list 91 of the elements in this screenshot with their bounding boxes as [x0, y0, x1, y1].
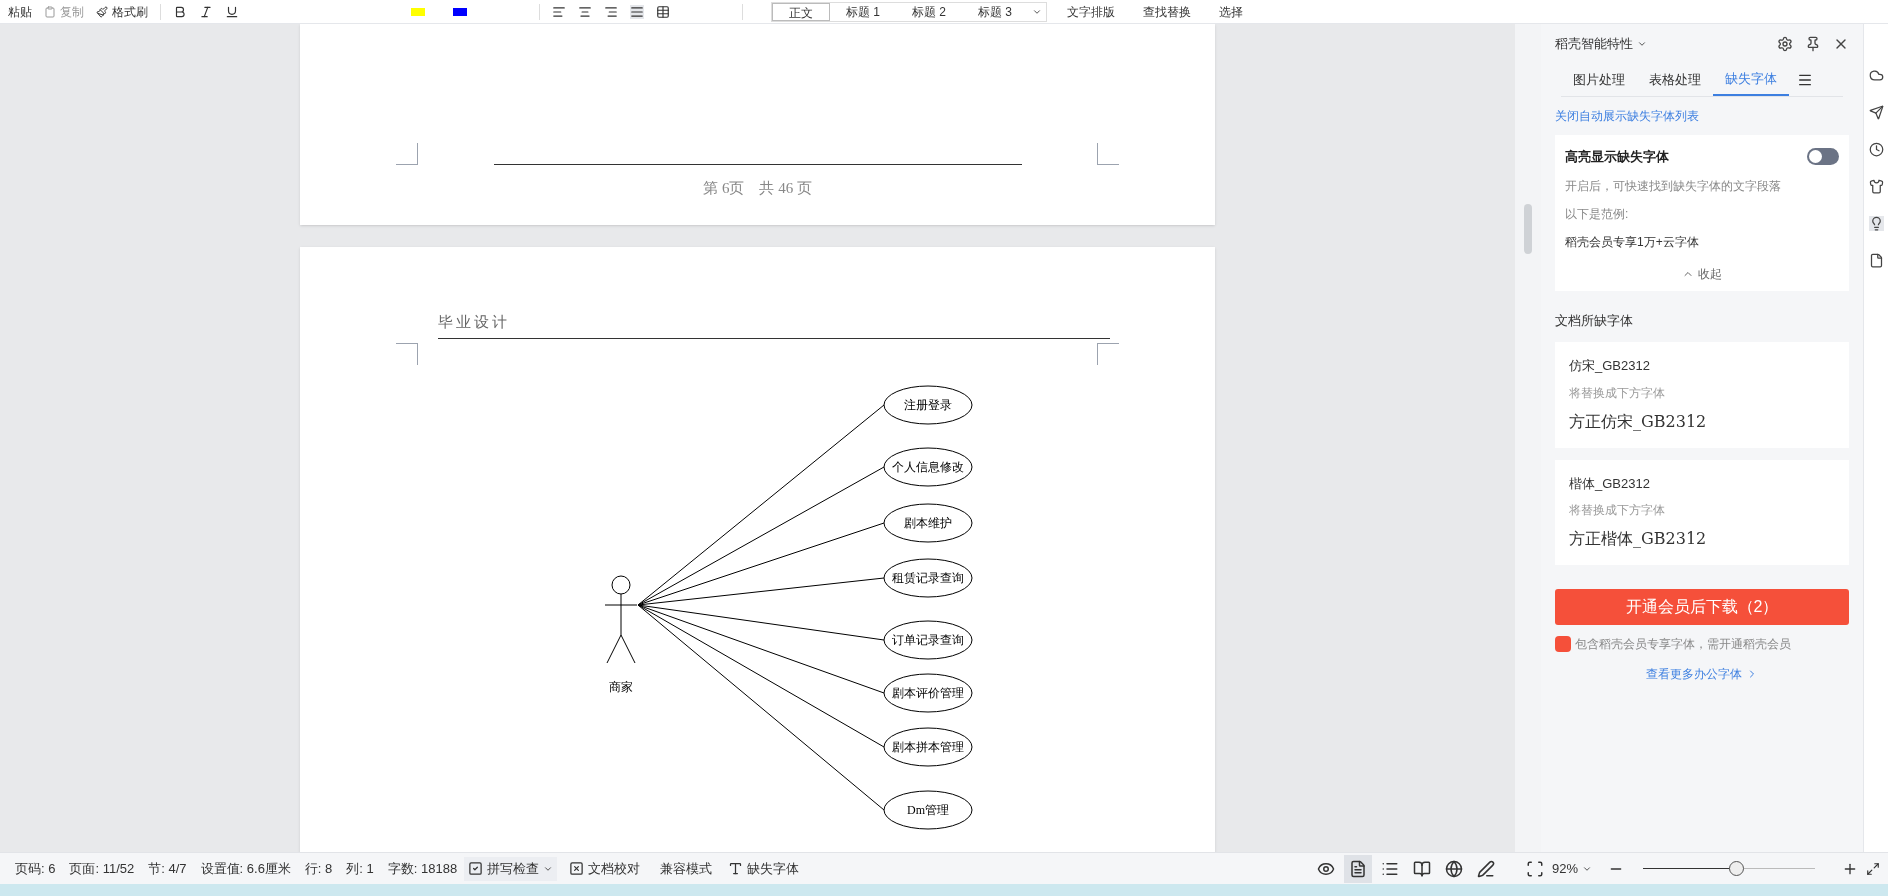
- check-box-icon: [468, 861, 484, 876]
- style-option[interactable]: 标题 3: [962, 2, 1029, 21]
- globe-icon: [1444, 859, 1463, 878]
- crop-mark: [1097, 342, 1119, 365]
- view-button[interactable]: [1343, 854, 1372, 883]
- lightbulb-icon[interactable]: [1868, 216, 1884, 231]
- crop-mark: [396, 142, 418, 165]
- paste-button[interactable]: 粘贴: [8, 2, 32, 21]
- bold-icon[interactable]: [173, 4, 187, 19]
- highlight-toggle[interactable]: [1807, 148, 1839, 166]
- missing-fonts-button[interactable]: 缺失字体: [720, 858, 808, 879]
- use-case-label: 剧本评价管理: [892, 685, 964, 700]
- disable-auto-list-link[interactable]: 关闭自动展示缺失字体列表: [1555, 107, 1849, 125]
- replacement-font: 方正仿宋_GB2312: [1569, 410, 1708, 433]
- style-option[interactable]: 标题 2: [896, 2, 963, 21]
- use-case-label: 剧本拼本管理: [892, 739, 964, 754]
- use-case-label: 租赁记录查询: [892, 570, 964, 585]
- table-icon[interactable]: [656, 4, 670, 19]
- panel-title[interactable]: 稻壳智能特性: [1555, 34, 1647, 54]
- fit-screen-icon[interactable]: [1525, 859, 1544, 878]
- align-center-icon[interactable]: [578, 4, 592, 19]
- shirt-icon[interactable]: [1868, 179, 1884, 194]
- compat-mode-button[interactable]: 兼容模式: [652, 858, 721, 879]
- status-item: 列: 1: [345, 859, 375, 878]
- format-painter-button[interactable]: 格式刷: [96, 2, 148, 21]
- pen-icon: [1476, 859, 1495, 878]
- caret-icon: [1637, 39, 1647, 49]
- use-case-label: Dm管理: [907, 802, 949, 817]
- use-case-label: 剧本维护: [904, 515, 952, 530]
- replacement-font: 方正楷体_GB2312: [1569, 528, 1708, 550]
- status-item: 节: 4/7: [147, 859, 188, 878]
- status-item: 行: 8: [303, 859, 334, 878]
- section-title: 文档所缺字体: [1555, 311, 1634, 330]
- panel-tab[interactable]: 表格处理: [1637, 64, 1713, 96]
- zoom-slider-thumb[interactable]: [1728, 861, 1744, 876]
- font-name: 仿宋_GB2312: [1569, 357, 1651, 375]
- status-item: 页码: 6: [14, 859, 57, 878]
- justify-icon[interactable]: [630, 4, 644, 19]
- menu-icon[interactable]: [1797, 72, 1813, 88]
- spell-check-button[interactable]: 拼写检查: [464, 856, 558, 881]
- zoom-dropdown[interactable]: 92%: [1551, 858, 1592, 879]
- replacement-hint: 将替换成下方字体: [1569, 384, 1666, 402]
- book-icon: [1412, 859, 1431, 878]
- brush-icon: [96, 5, 108, 18]
- crop-mark: [396, 342, 418, 365]
- status-item: 页面: 11/52: [68, 859, 136, 878]
- cloud-icon[interactable]: [1868, 68, 1884, 83]
- copy-icon: [44, 5, 56, 18]
- actor-label: 商家: [609, 679, 633, 694]
- more-fonts-link[interactable]: 查看更多办公字体: [1646, 665, 1758, 683]
- font-color-swatch[interactable]: [453, 7, 467, 16]
- scrollbar-thumb[interactable]: [1524, 204, 1532, 254]
- example-text: 稻壳会员专享1万+云字体: [1565, 233, 1700, 251]
- settings-icon[interactable]: [1777, 36, 1793, 52]
- fullscreen-icon[interactable]: [1866, 861, 1880, 876]
- toolbar-button[interactable]: 查找替换: [1135, 2, 1200, 21]
- clock-icon[interactable]: [1868, 142, 1884, 157]
- file-icon[interactable]: [1868, 253, 1884, 268]
- text-icon: [728, 861, 744, 876]
- toolbar-button[interactable]: 文字排版: [1059, 2, 1124, 21]
- pin-icon[interactable]: [1805, 36, 1821, 52]
- send-icon[interactable]: [1868, 105, 1884, 120]
- toolbar-button[interactable]: 选择: [1211, 2, 1252, 21]
- highlight-color-swatch[interactable]: [411, 7, 425, 16]
- replacement-hint: 将替换成下方字体: [1569, 502, 1666, 519]
- panel-tab[interactable]: 缺失字体: [1713, 64, 1789, 96]
- style-option[interactable]: 标题 1: [830, 2, 896, 21]
- highlight-title: 高亮显示缺失字体: [1565, 148, 1669, 166]
- collapse-button[interactable]: 收起: [1682, 264, 1722, 283]
- page-view-icon: [1348, 859, 1367, 878]
- style-option[interactable]: 正文: [772, 2, 830, 21]
- example-label: 以下是范例:: [1565, 205, 1630, 223]
- status-item: 字数: 18188: [386, 859, 459, 878]
- use-case-label: 个人信息修改: [892, 459, 964, 474]
- align-right-icon[interactable]: [604, 4, 618, 19]
- x-box-icon: [569, 861, 585, 876]
- font-name: 楷体_GB2312: [1569, 474, 1651, 493]
- shield-icon: [1555, 636, 1571, 652]
- proofread-button[interactable]: 文档校对: [557, 858, 653, 879]
- panel-tab[interactable]: 图片处理: [1561, 64, 1637, 96]
- underline-icon[interactable]: [225, 4, 239, 19]
- page-footer: 第 6页 共 46 页: [703, 176, 812, 199]
- use-case-label: 订单记录查询: [892, 632, 964, 647]
- membership-note: 包含稻壳会员专享字体，需开通稻壳会员: [1575, 636, 1791, 653]
- italic-icon[interactable]: [199, 4, 213, 19]
- page-header: 毕业设计: [438, 313, 510, 332]
- highlight-description: 开启后，可快速找到缺失字体的文字段落: [1565, 177, 1782, 195]
- use-case-label: 注册登录: [904, 397, 952, 412]
- align-left-icon[interactable]: [552, 4, 566, 19]
- status-item: 设置值: 6.6厘米: [199, 859, 292, 878]
- crop-mark: [1097, 142, 1119, 165]
